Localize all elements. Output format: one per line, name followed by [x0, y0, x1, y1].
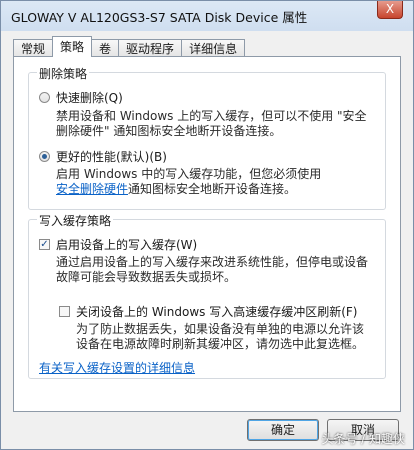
enable-write-cache-label: 启用设备上的写入缓存(W)	[56, 238, 198, 252]
tab-driver[interactable]: 驱动程序	[118, 39, 183, 57]
turn-off-flushing-label: 关闭设备上的 Windows 写入高速缓存缓冲区刷新(F)	[76, 305, 358, 319]
enable-write-cache-description: 通过启用设备上的写入缓存来改进系统性能，但停电或设备 故障可能会导致数据丢失或损…	[56, 255, 386, 285]
enable-write-cache-desc-line2: 故障可能会导致数据丢失或损坏。	[56, 270, 237, 284]
write-cache-policy-group: 写入缓存策略 ✓ 启用设备上的写入缓存(W) 通过启用设备上的写入缓存来改进系统…	[28, 212, 386, 379]
tab-strip: 常规 策略 卷 驱动程序 详细信息	[13, 36, 246, 57]
better-performance-description: 启用 Windows 中的写入缓存功能，但您必须使用 安全删除硬件通知图标安全地…	[56, 167, 386, 197]
enable-write-cache-checkbox[interactable]: ✓	[39, 239, 50, 250]
quick-removal-radio[interactable]	[39, 92, 50, 103]
policies-panel: 删除策略 快速删除(Q) 禁用设备和 Windows 上的写入缓存，但可以不使用…	[13, 56, 401, 412]
tab-general[interactable]: 常规	[13, 39, 54, 57]
better-performance-label: 更好的性能(默认)(B)	[56, 150, 167, 164]
turn-off-flushing-description: 为了防止数据丢失，如果设备没有单独的电源以允许该 设备在电源故障时刷新其缓冲区，…	[76, 322, 376, 352]
enable-write-cache-desc-line1: 通过启用设备上的写入缓存来改进系统性能，但停电或设备	[56, 255, 369, 269]
turn-off-flushing-checkbox[interactable]	[59, 306, 70, 317]
quick-removal-description: 禁用设备和 Windows 上的写入缓存，但可以不使用 "安全 删除硬件" 通知…	[56, 109, 386, 139]
watermark-text: 头条号 / 知趣侠	[321, 432, 405, 446]
properties-dialog: GLOWAY V AL120GS3-S7 SATA Disk Device 属性…	[0, 0, 414, 450]
title-bar: GLOWAY V AL120GS3-S7 SATA Disk Device 属性…	[1, 1, 413, 29]
better-performance-option[interactable]: 更好的性能(默认)(B)	[39, 148, 167, 165]
tab-policies[interactable]: 策略	[52, 36, 93, 57]
tab-details[interactable]: 详细信息	[181, 39, 246, 57]
better-performance-radio[interactable]	[39, 151, 50, 162]
window-title: GLOWAY V AL120GS3-S7 SATA Disk Device 属性	[11, 10, 308, 25]
quick-removal-desc-line1: 禁用设备和 Windows 上的写入缓存，但可以不使用 "安全	[56, 109, 367, 123]
better-performance-desc-line1: 启用 Windows 中的写入缓存功能，但您必须使用	[56, 167, 322, 181]
quick-removal-desc-line2: 删除硬件" 通知图标安全地断开设备连接。	[56, 124, 282, 138]
tab-volumes[interactable]: 卷	[91, 39, 120, 57]
quick-removal-label: 快速删除(Q)	[56, 91, 123, 105]
quick-removal-option[interactable]: 快速删除(Q)	[39, 89, 123, 106]
close-button[interactable]: X	[377, 1, 403, 19]
turn-off-flushing-desc-line2: 设备在电源故障时刷新其缓冲区，请勿选中此复选框。	[76, 337, 365, 351]
better-performance-desc-rest: 通知图标安全地断开设备连接。	[128, 182, 297, 196]
write-cache-legend: 写入缓存策略	[37, 212, 114, 229]
turn-off-flushing-option[interactable]: 关闭设备上的 Windows 写入高速缓存缓冲区刷新(F)	[59, 303, 357, 320]
write-cache-details-link[interactable]: 有关写入缓存设置的详细信息	[39, 359, 195, 376]
safely-remove-hardware-link[interactable]: 安全删除硬件	[56, 182, 128, 196]
removal-policy-legend: 删除策略	[37, 65, 90, 82]
enable-write-cache-option[interactable]: ✓ 启用设备上的写入缓存(W)	[39, 236, 197, 253]
better-performance-desc-line2: 安全删除硬件通知图标安全地断开设备连接。	[56, 182, 386, 197]
ok-button[interactable]: 确定	[247, 419, 319, 441]
turn-off-flushing-desc-line1: 为了防止数据丢失，如果设备没有单独的电源以允许该	[76, 322, 365, 336]
removal-policy-group: 删除策略 快速删除(Q) 禁用设备和 Windows 上的写入缓存，但可以不使用…	[28, 65, 386, 210]
